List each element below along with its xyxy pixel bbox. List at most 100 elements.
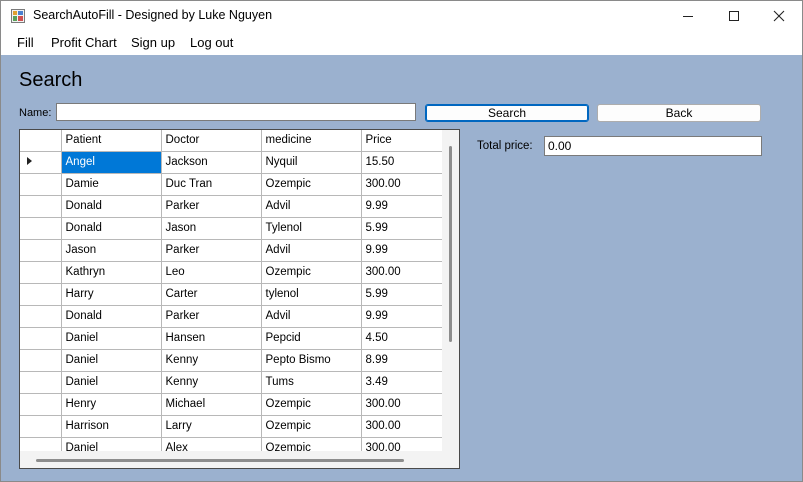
table-row[interactable]: Daniel Hansen Pepcid 4.50 (20, 327, 443, 350)
cell-doctor[interactable]: Parker (161, 239, 262, 262)
table-row[interactable]: Angel Jackson Nyquil 15.50 (20, 151, 443, 174)
cell-price[interactable]: 15.50 (361, 151, 443, 174)
cell-price[interactable]: 9.99 (361, 305, 443, 328)
table-row[interactable]: Harry Carter tylenol 5.99 (20, 283, 443, 306)
cell-doctor[interactable]: Carter (161, 283, 262, 306)
cell-medicine[interactable]: Tylenol (261, 217, 362, 240)
row-header[interactable] (20, 305, 62, 328)
menu-profit-chart[interactable]: Profit Chart (51, 35, 117, 50)
cell-doctor[interactable]: Jackson (161, 151, 262, 174)
cell-doctor[interactable]: Hansen (161, 327, 262, 350)
cell-patient[interactable]: Donald (61, 217, 162, 240)
table-row[interactable]: Kathryn Leo Ozempic 300.00 (20, 261, 443, 284)
cell-patient[interactable]: Damie (61, 173, 162, 196)
cell-price[interactable]: 300.00 (361, 261, 443, 284)
cell-patient[interactable]: Daniel (61, 327, 162, 350)
table-row[interactable]: Donald Jason Tylenol 5.99 (20, 217, 443, 240)
cell-price[interactable]: 9.99 (361, 239, 443, 262)
cell-medicine[interactable]: Advil (261, 239, 362, 262)
row-header[interactable] (20, 349, 62, 372)
cell-medicine[interactable]: Advil (261, 305, 362, 328)
row-header[interactable] (20, 261, 62, 284)
cell-patient[interactable]: Donald (61, 195, 162, 218)
cell-patient[interactable]: Kathryn (61, 261, 162, 284)
cell-medicine[interactable]: Ozempic (261, 393, 362, 416)
row-header[interactable] (20, 283, 62, 306)
row-header[interactable] (20, 415, 62, 438)
cell-medicine[interactable]: Nyquil (261, 151, 362, 174)
cell-medicine[interactable]: Ozempic (261, 261, 362, 284)
vertical-scroll-thumb[interactable] (449, 146, 452, 342)
maximize-button[interactable] (711, 1, 757, 31)
cell-medicine[interactable]: Pepcid (261, 327, 362, 350)
cell-price[interactable]: 8.99 (361, 349, 443, 372)
row-header[interactable] (20, 393, 62, 416)
cell-medicine[interactable]: Ozempic (261, 173, 362, 196)
cell-doctor[interactable]: Jason (161, 217, 262, 240)
horizontal-scroll-thumb[interactable] (36, 459, 404, 462)
row-header[interactable] (20, 173, 62, 196)
table-row[interactable]: Damie Duc Tran Ozempic 300.00 (20, 173, 443, 196)
cell-medicine[interactable]: Ozempic (261, 415, 362, 438)
table-row[interactable]: Jason Parker Advil 9.99 (20, 239, 443, 262)
total-price-field[interactable] (544, 136, 762, 156)
cell-doctor[interactable]: Leo (161, 261, 262, 284)
cell-patient[interactable]: Henry (61, 393, 162, 416)
cell-doctor[interactable]: Kenny (161, 371, 262, 394)
menu-fill[interactable]: Fill (17, 35, 34, 50)
cell-medicine[interactable]: Advil (261, 195, 362, 218)
cell-patient[interactable]: Angel (61, 151, 162, 174)
app-window: SearchAutoFill - Designed by Luke Nguyen… (0, 0, 803, 482)
cell-medicine[interactable]: Tums (261, 371, 362, 394)
cell-medicine[interactable]: tylenol (261, 283, 362, 306)
minimize-button[interactable] (665, 1, 711, 31)
vertical-scrollbar[interactable] (442, 130, 459, 452)
cell-price[interactable]: 300.00 (361, 173, 443, 196)
cell-price[interactable]: 9.99 (361, 195, 443, 218)
cell-price[interactable]: 5.99 (361, 283, 443, 306)
cell-price[interactable]: 5.99 (361, 217, 443, 240)
cell-patient[interactable]: Daniel (61, 349, 162, 372)
back-button[interactable]: Back (597, 104, 761, 122)
cell-price[interactable]: 4.50 (361, 327, 443, 350)
cell-price[interactable]: 300.00 (361, 393, 443, 416)
menu-sign-up[interactable]: Sign up (131, 35, 175, 50)
column-header-medicine[interactable]: medicine (261, 130, 362, 152)
cell-price[interactable]: 3.49 (361, 371, 443, 394)
row-header[interactable] (20, 195, 62, 218)
cell-doctor[interactable]: Larry (161, 415, 262, 438)
cell-patient[interactable]: Daniel (61, 371, 162, 394)
cell-patient[interactable]: Harry (61, 283, 162, 306)
cell-patient[interactable]: Donald (61, 305, 162, 328)
name-input[interactable] (56, 103, 416, 121)
cell-doctor[interactable]: Parker (161, 305, 262, 328)
table-row[interactable]: Donald Parker Advil 9.99 (20, 305, 443, 328)
row-header[interactable] (20, 327, 62, 350)
menu-log-out[interactable]: Log out (190, 35, 233, 50)
column-header-price[interactable]: Price (361, 130, 443, 152)
window-title: SearchAutoFill - Designed by Luke Nguyen (33, 8, 273, 22)
results-grid[interactable]: Patient Doctor medicine Price Angel Jacks… (19, 129, 460, 469)
cell-doctor[interactable]: Michael (161, 393, 262, 416)
table-row[interactable]: Harrison Larry Ozempic 300.00 (20, 415, 443, 438)
row-header[interactable] (20, 239, 62, 262)
cell-patient[interactable]: Harrison (61, 415, 162, 438)
table-row[interactable]: Donald Parker Advil 9.99 (20, 195, 443, 218)
cell-doctor[interactable]: Duc Tran (161, 173, 262, 196)
close-button[interactable] (756, 1, 802, 31)
search-button[interactable]: Search (425, 104, 589, 122)
column-header-doctor[interactable]: Doctor (161, 130, 262, 152)
horizontal-scrollbar[interactable] (20, 451, 459, 468)
cell-doctor[interactable]: Kenny (161, 349, 262, 372)
table-row[interactable]: Henry Michael Ozempic 300.00 (20, 393, 443, 416)
cell-patient[interactable]: Jason (61, 239, 162, 262)
table-row[interactable]: Daniel Kenny Pepto Bismo 8.99 (20, 349, 443, 372)
row-header[interactable] (20, 217, 62, 240)
row-header[interactable] (20, 371, 62, 394)
cell-medicine[interactable]: Pepto Bismo (261, 349, 362, 372)
column-header-patient[interactable]: Patient (61, 130, 162, 152)
cell-doctor[interactable]: Parker (161, 195, 262, 218)
row-header[interactable] (20, 151, 62, 174)
cell-price[interactable]: 300.00 (361, 415, 443, 438)
table-row[interactable]: Daniel Kenny Tums 3.49 (20, 371, 443, 394)
